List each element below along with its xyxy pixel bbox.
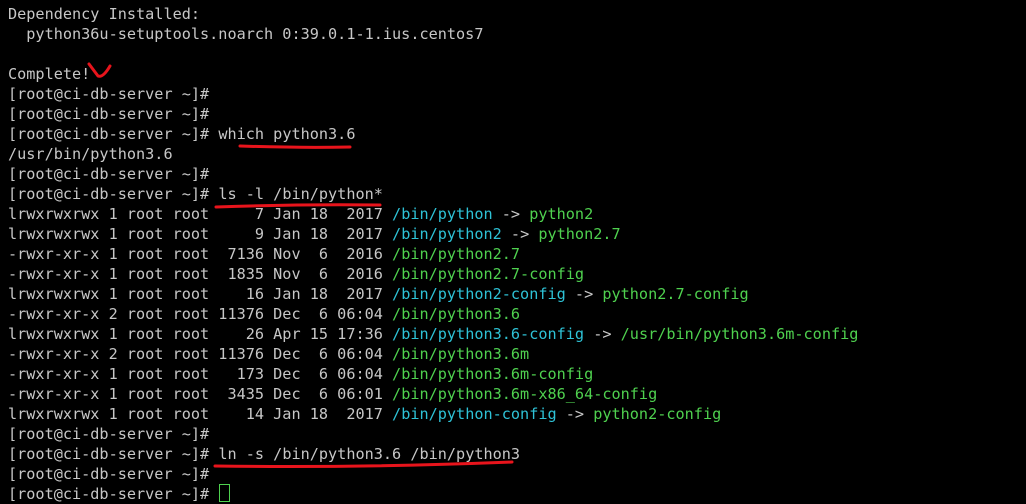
ls-entry: lrwxrwxrwx 1 root root 9 Jan 18 2017 /bi…	[8, 224, 1026, 244]
command-text: ls -l /bin/python*	[209, 185, 383, 203]
symlink-arrow: ->	[492, 205, 530, 223]
executable-name: /bin/python3.6m	[392, 345, 530, 363]
prompt-line: [root@ci-db-server ~]# ls -l /bin/python…	[8, 184, 1026, 204]
output-line: Complete!	[8, 65, 91, 83]
shell-prompt: [root@ci-db-server ~]#	[8, 445, 210, 463]
shell-prompt: [root@ci-db-server ~]#	[8, 425, 210, 443]
file-metadata: lrwxrwxrwx 1 root root 14 Jan 18 2017	[8, 405, 393, 423]
command-text: which python3.6	[209, 125, 356, 143]
executable-name: /bin/python2.7	[392, 245, 521, 263]
symlink-name: /bin/python2-config	[392, 285, 566, 303]
file-metadata: -rwxr-xr-x 2 root root 11376 Dec 6 06:04	[8, 305, 393, 323]
prompt-line: [root@ci-db-server ~]# which python3.6	[8, 124, 1026, 144]
ls-entry: -rwxr-xr-x 1 root root 173 Dec 6 06:04 /…	[8, 364, 1026, 384]
shell-prompt: [root@ci-db-server ~]#	[8, 465, 210, 483]
ls-entry: lrwxrwxrwx 1 root root 7 Jan 18 2017 /bi…	[8, 204, 1026, 224]
symlink-target: python2	[529, 205, 594, 223]
executable-name: /bin/python2.7-config	[392, 265, 585, 283]
output-line: /usr/bin/python3.6	[8, 145, 173, 163]
prompt-line: [root@ci-db-server ~]#	[8, 464, 1026, 484]
symlink-arrow: ->	[584, 325, 621, 343]
file-metadata: lrwxrwxrwx 1 root root 9 Jan 18 2017	[8, 225, 393, 243]
file-metadata: -rwxr-xr-x 1 root root 1835 Nov 6 2016	[8, 265, 393, 283]
file-metadata: -rwxr-xr-x 1 root root 173 Dec 6 06:04	[8, 365, 393, 383]
prompt-line: [root@ci-db-server ~]#	[8, 484, 1026, 504]
file-metadata: -rwxr-xr-x 2 root root 11376 Dec 6 06:04	[8, 345, 393, 363]
file-metadata: lrwxrwxrwx 1 root root 16 Jan 18 2017	[8, 285, 393, 303]
prompt-line: [root@ci-db-server ~]#	[8, 104, 1026, 124]
text-cursor[interactable]	[219, 484, 231, 502]
symlink-name: /bin/python2	[392, 225, 502, 243]
shell-prompt: [root@ci-db-server ~]#	[8, 85, 210, 103]
ls-entry: -rwxr-xr-x 1 root root 7136 Nov 6 2016 /…	[8, 244, 1026, 264]
symlink-target: python2.7	[538, 225, 621, 243]
symlink-arrow: ->	[565, 285, 603, 303]
prompt-line: [root@ci-db-server ~]#	[8, 164, 1026, 184]
file-metadata: -rwxr-xr-x 1 root root 7136 Nov 6 2016	[8, 245, 393, 263]
shell-prompt: [root@ci-db-server ~]#	[8, 125, 210, 143]
shell-prompt: [root@ci-db-server ~]#	[8, 165, 210, 183]
prompt-line: [root@ci-db-server ~]#	[8, 424, 1026, 444]
file-metadata: lrwxrwxrwx 1 root root 7 Jan 18 2017	[8, 205, 393, 223]
shell-prompt: [root@ci-db-server ~]#	[8, 105, 210, 123]
symlink-name: /bin/python	[392, 205, 493, 223]
symlink-name: /bin/python-config	[392, 405, 557, 423]
prompt-line: [root@ci-db-server ~]# ln -s /bin/python…	[8, 444, 1026, 464]
prompt-line: [root@ci-db-server ~]#	[8, 84, 1026, 104]
ls-entry: lrwxrwxrwx 1 root root 14 Jan 18 2017 /b…	[8, 404, 1026, 424]
command-text	[209, 485, 218, 503]
file-metadata: -rwxr-xr-x 1 root root 3435 Dec 6 06:01	[8, 385, 393, 403]
ls-entry: lrwxrwxrwx 1 root root 16 Jan 18 2017 /b…	[8, 284, 1026, 304]
terminal-output[interactable]: Dependency Installed: python36u-setuptoo…	[8, 4, 1026, 504]
ls-entry: -rwxr-xr-x 2 root root 11376 Dec 6 06:04…	[8, 304, 1026, 324]
symlink-target: /usr/bin/python3.6m-config	[620, 325, 859, 343]
output-line: python36u-setuptools.noarch 0:39.0.1-1.i…	[8, 25, 484, 43]
symlink-arrow: ->	[501, 225, 539, 243]
symlink-name: /bin/python3.6-config	[392, 325, 585, 343]
output-line: Dependency Installed:	[8, 5, 201, 23]
ls-entry: lrwxrwxrwx 1 root root 26 Apr 15 17:36 /…	[8, 324, 1026, 344]
ls-entry: -rwxr-xr-x 2 root root 11376 Dec 6 06:04…	[8, 344, 1026, 364]
executable-name: /bin/python3.6m-x86_64-config	[392, 385, 658, 403]
ls-entry: -rwxr-xr-x 1 root root 3435 Dec 6 06:01 …	[8, 384, 1026, 404]
executable-name: /bin/python3.6	[392, 305, 521, 323]
symlink-target: python2.7-config	[602, 285, 749, 303]
file-metadata: lrwxrwxrwx 1 root root 26 Apr 15 17:36	[8, 325, 393, 343]
symlink-target: python2-config	[593, 405, 722, 423]
shell-prompt: [root@ci-db-server ~]#	[8, 485, 210, 503]
command-text: ln -s /bin/python3.6 /bin/python3	[209, 445, 521, 463]
symlink-arrow: ->	[556, 405, 594, 423]
ls-entry: -rwxr-xr-x 1 root root 1835 Nov 6 2016 /…	[8, 264, 1026, 284]
executable-name: /bin/python3.6m-config	[392, 365, 594, 383]
shell-prompt: [root@ci-db-server ~]#	[8, 185, 210, 203]
